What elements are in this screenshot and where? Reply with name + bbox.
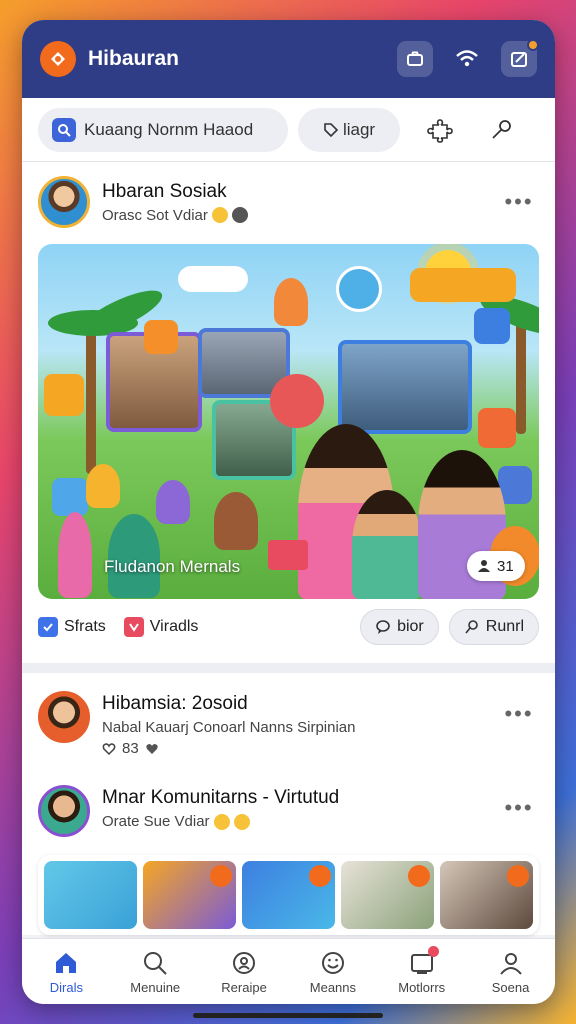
badge-icon: [230, 949, 258, 977]
nav-item-home[interactable]: Dirals: [26, 949, 106, 995]
heart-filled-icon: [146, 743, 158, 754]
post-author[interactable]: Hibamsia: 2osoid: [102, 693, 499, 715]
profile-icon: [497, 949, 525, 977]
avatar[interactable]: [38, 176, 90, 228]
reaction-count: 83: [122, 740, 139, 757]
filter-label: liagr: [342, 119, 376, 139]
nav-item-motlorrs[interactable]: Motlorrs: [382, 945, 462, 995]
smile-icon: [319, 949, 347, 977]
post-subtitle: Nabal Kauarj Conoarl Nanns Sirpinian: [102, 719, 356, 736]
people-icon: [478, 560, 490, 572]
more-options-icon[interactable]: •••: [499, 701, 539, 727]
nav-item-recipe[interactable]: Reraipe: [204, 949, 284, 995]
search-icon: [141, 949, 169, 977]
smile-emoji-icon: [211, 207, 228, 223]
post-author[interactable]: Mnar Komunitarns - Virtutud: [102, 787, 499, 809]
reaction-count[interactable]: 31: [467, 551, 525, 581]
home-indicator: [193, 1013, 383, 1018]
camera-icon[interactable]: [397, 41, 433, 77]
nav-item-means[interactable]: Meanns: [293, 949, 373, 995]
smile-emoji-icon: [213, 813, 230, 830]
checkbox-icon: [38, 617, 58, 637]
post-subtitle: Orasc Sot Vdiar: [102, 206, 208, 224]
heart-icon[interactable]: [102, 742, 116, 756]
phone-frame: Hibauran Kuaang Nornm Haaod liagr Hbaran…: [22, 20, 555, 1004]
checkbox-icon: [123, 617, 144, 637]
wink-emoji-icon: [233, 813, 250, 830]
nav-item-profile[interactable]: Soena: [471, 949, 551, 995]
avatar[interactable]: [38, 785, 90, 837]
notification-badge: [427, 945, 439, 957]
globe-icon: [231, 207, 248, 223]
search-row: Kuaang Nornm Haaod liagr: [22, 98, 555, 162]
notification-badge: [527, 39, 539, 51]
filter-button[interactable]: liagr: [298, 107, 400, 152]
search-icon: [52, 117, 76, 142]
post-image[interactable]: Fludanon Mernals 31: [38, 244, 539, 599]
media-thumbnail[interactable]: [44, 861, 137, 929]
search-input[interactable]: Kuaang Nornm Haaod: [38, 107, 288, 152]
app-bar: Hibauran: [22, 20, 555, 98]
tv-icon: [408, 945, 439, 977]
share-button[interactable]: Runrl: [448, 609, 539, 645]
share-icon[interactable]: [501, 39, 539, 77]
media-strip: [38, 855, 539, 935]
avatar[interactable]: [38, 691, 90, 743]
tag-sfrats[interactable]: Sfrats: [38, 617, 106, 637]
post-card: Hbaran Sosiak Orasc Sot Vdiar ••• Fludan…: [22, 162, 555, 673]
tag-viradls[interactable]: Viradls: [123, 617, 198, 637]
tag-icon: [324, 122, 339, 137]
post-card: Hibamsia: 2osoid Nabal Kauarj Conoarl Na…: [22, 673, 555, 935]
more-options-icon[interactable]: •••: [499, 795, 539, 821]
media-thumbnail[interactable]: [341, 861, 434, 929]
home-icon: [52, 949, 80, 977]
post-card: Mnar Komunitarns - Virtutud Orate Sue Vd…: [38, 777, 539, 837]
comment-button[interactable]: bior: [360, 609, 439, 645]
media-thumbnail[interactable]: [242, 861, 335, 929]
wifi-icon[interactable]: [449, 41, 485, 77]
puzzle-icon[interactable]: [418, 108, 462, 152]
feed: Hbaran Sosiak Orasc Sot Vdiar ••• Fludan…: [22, 162, 555, 935]
bottom-nav: Dirals Menuine Reraipe Meanns Motlorrs S…: [22, 938, 555, 1004]
media-thumbnail[interactable]: [440, 861, 533, 929]
logo-icon[interactable]: [40, 41, 76, 77]
search-label: Kuaang Nornm Haaod: [84, 119, 254, 139]
image-caption: Fludanon Mernals: [104, 557, 241, 576]
post-subtitle: Orate Sue Vdiar: [102, 813, 210, 830]
post-author[interactable]: Hbaran Sosiak: [102, 181, 499, 203]
nav-item-search[interactable]: Menuine: [115, 949, 195, 995]
comment-icon: [376, 620, 390, 634]
key-icon[interactable]: [480, 108, 524, 152]
more-options-icon[interactable]: •••: [499, 189, 539, 215]
media-thumbnail[interactable]: [143, 861, 236, 929]
app-title: Hibauran: [88, 47, 180, 70]
search-icon: [465, 620, 478, 634]
